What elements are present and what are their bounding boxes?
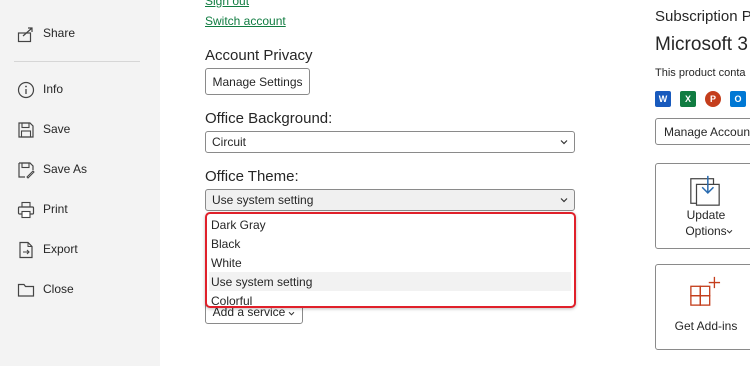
theme-option-dark-gray[interactable]: Dark Gray	[209, 215, 571, 234]
chevron-down-icon	[726, 229, 733, 234]
save-as-icon	[18, 162, 35, 179]
sidebar-item-close[interactable]: Close	[0, 274, 160, 306]
sidebar-item-export[interactable]: Export	[0, 234, 160, 266]
get-add-ins-button[interactable]: Get Add-ins	[655, 264, 750, 350]
option-label: Black	[211, 236, 241, 251]
sidebar-item-label: Close	[43, 282, 74, 296]
save-icon	[18, 122, 34, 138]
option-label: White	[211, 255, 242, 270]
theme-option-black[interactable]: Black	[209, 234, 571, 253]
theme-option-white[interactable]: White	[209, 253, 571, 272]
chevron-down-icon	[560, 140, 568, 145]
sidebar-item-share[interactable]: Share	[0, 18, 160, 50]
theme-option-colorful[interactable]: Colorful	[209, 291, 571, 310]
product-contains-text: This product conta	[655, 67, 746, 79]
sidebar-item-label: Save As	[43, 162, 88, 176]
print-icon	[17, 201, 35, 219]
chevron-down-icon	[560, 198, 568, 203]
update-label-line2: Options	[685, 224, 727, 238]
sidebar-item-label: Print	[43, 202, 68, 216]
word-icon: W	[655, 91, 671, 107]
sidebar-item-save[interactable]: Save	[0, 114, 160, 146]
office-theme-value: Use system setting	[212, 193, 314, 207]
sign-out-link[interactable]: Sign out	[205, 0, 249, 8]
sidebar-item-info[interactable]: Info	[0, 74, 160, 106]
chevron-down-icon	[288, 311, 295, 316]
update-options-button[interactable]: Update Options	[655, 163, 750, 249]
office-background-select[interactable]: Circuit	[205, 131, 575, 153]
manage-settings-button[interactable]: Manage Settings	[205, 68, 310, 95]
sidebar-item-label: Save	[43, 122, 71, 136]
sidebar-divider	[14, 61, 140, 62]
office-background-heading: Office Background:	[205, 110, 333, 127]
excel-icon: X	[680, 91, 696, 107]
sidebar-item-label: Info	[43, 82, 64, 96]
update-label-line1: Update	[686, 208, 726, 222]
sidebar-item-print[interactable]: Print	[0, 194, 160, 226]
export-icon	[19, 241, 33, 259]
office-theme-heading: Office Theme:	[205, 168, 299, 185]
partial-nav-icon	[17, 0, 33, 2]
manage-settings-label: Manage Settings	[212, 74, 303, 89]
theme-option-use-system-setting[interactable]: Use system setting	[209, 272, 571, 291]
option-label: Colorful	[211, 293, 253, 308]
product-name: Microsoft 3	[655, 34, 748, 55]
switch-account-link[interactable]: Switch account	[205, 14, 286, 28]
option-label: Use system setting	[211, 274, 313, 289]
office-theme-dropdown: Dark Gray Black White Use system setting…	[205, 212, 576, 308]
option-label: Dark Gray	[211, 217, 266, 232]
manage-account-label: Manage Accoun	[664, 124, 750, 139]
outlook-icon: O	[730, 91, 746, 107]
add-ins-icon	[690, 276, 721, 306]
backstage-sidebar: Share Info Save Save As Print Export Clo…	[0, 0, 160, 366]
sidebar-item-label: Share	[43, 26, 76, 40]
update-icon	[690, 175, 720, 206]
info-icon	[17, 81, 35, 99]
office-theme-select[interactable]: Use system setting	[205, 189, 575, 211]
share-icon	[17, 27, 33, 43]
folder-icon	[17, 283, 35, 297]
powerpoint-icon: P	[705, 91, 721, 107]
subscription-heading: Subscription P	[655, 8, 750, 25]
manage-account-button[interactable]: Manage Accoun	[655, 118, 750, 145]
sidebar-item-label: Export	[43, 242, 78, 256]
sidebar-item-save-as[interactable]: Save As	[0, 154, 160, 186]
get-add-ins-label: Get Add-ins	[674, 319, 738, 333]
office-background-value: Circuit	[212, 135, 247, 149]
account-privacy-heading: Account Privacy	[205, 47, 313, 64]
